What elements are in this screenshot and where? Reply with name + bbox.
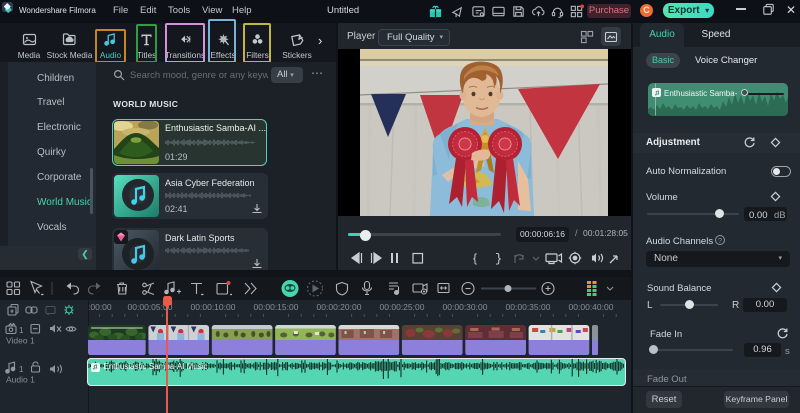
svg-text:Audio 1: Audio 1 (6, 375, 35, 385)
svg-text:{: { (473, 251, 477, 265)
svg-text:}: } (495, 252, 502, 265)
svg-text:1: 1 (19, 365, 24, 374)
svg-text:1: 1 (19, 326, 24, 335)
svg-text:Video 1: Video 1 (6, 336, 35, 346)
